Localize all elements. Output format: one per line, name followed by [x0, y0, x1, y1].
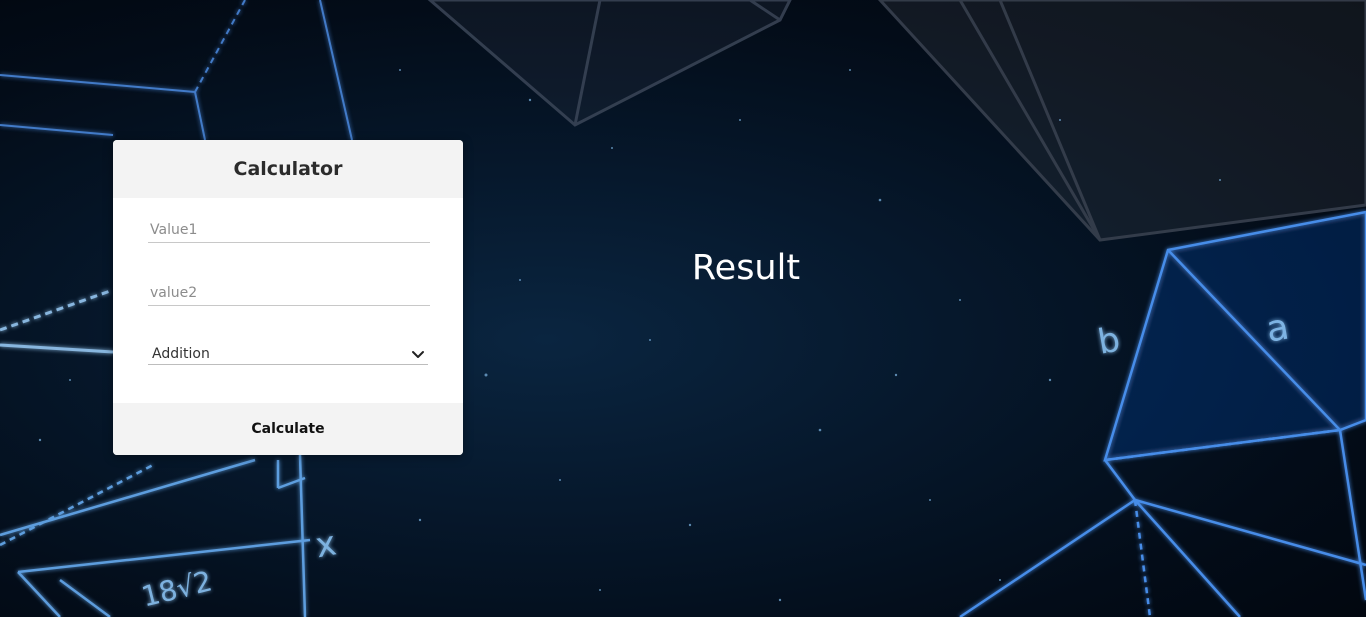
result-label: Result [691, 248, 801, 288]
calculator-title: Calculator [113, 140, 463, 198]
chevron-down-icon [412, 351, 424, 358]
glyph-b: b [1095, 320, 1123, 363]
calculator-form: Addition [113, 198, 463, 403]
calculator-card: Calculator Addition Calculate [113, 140, 463, 455]
calculate-button[interactable]: Calculate [113, 403, 463, 455]
operation-select[interactable]: Addition [148, 344, 428, 365]
glyph-x: x [312, 523, 339, 566]
value2-input[interactable] [148, 283, 430, 306]
operation-selected-value: Addition [152, 346, 210, 362]
value1-input[interactable] [148, 220, 430, 243]
glyph-18-root-2: 18√2 [138, 564, 215, 613]
